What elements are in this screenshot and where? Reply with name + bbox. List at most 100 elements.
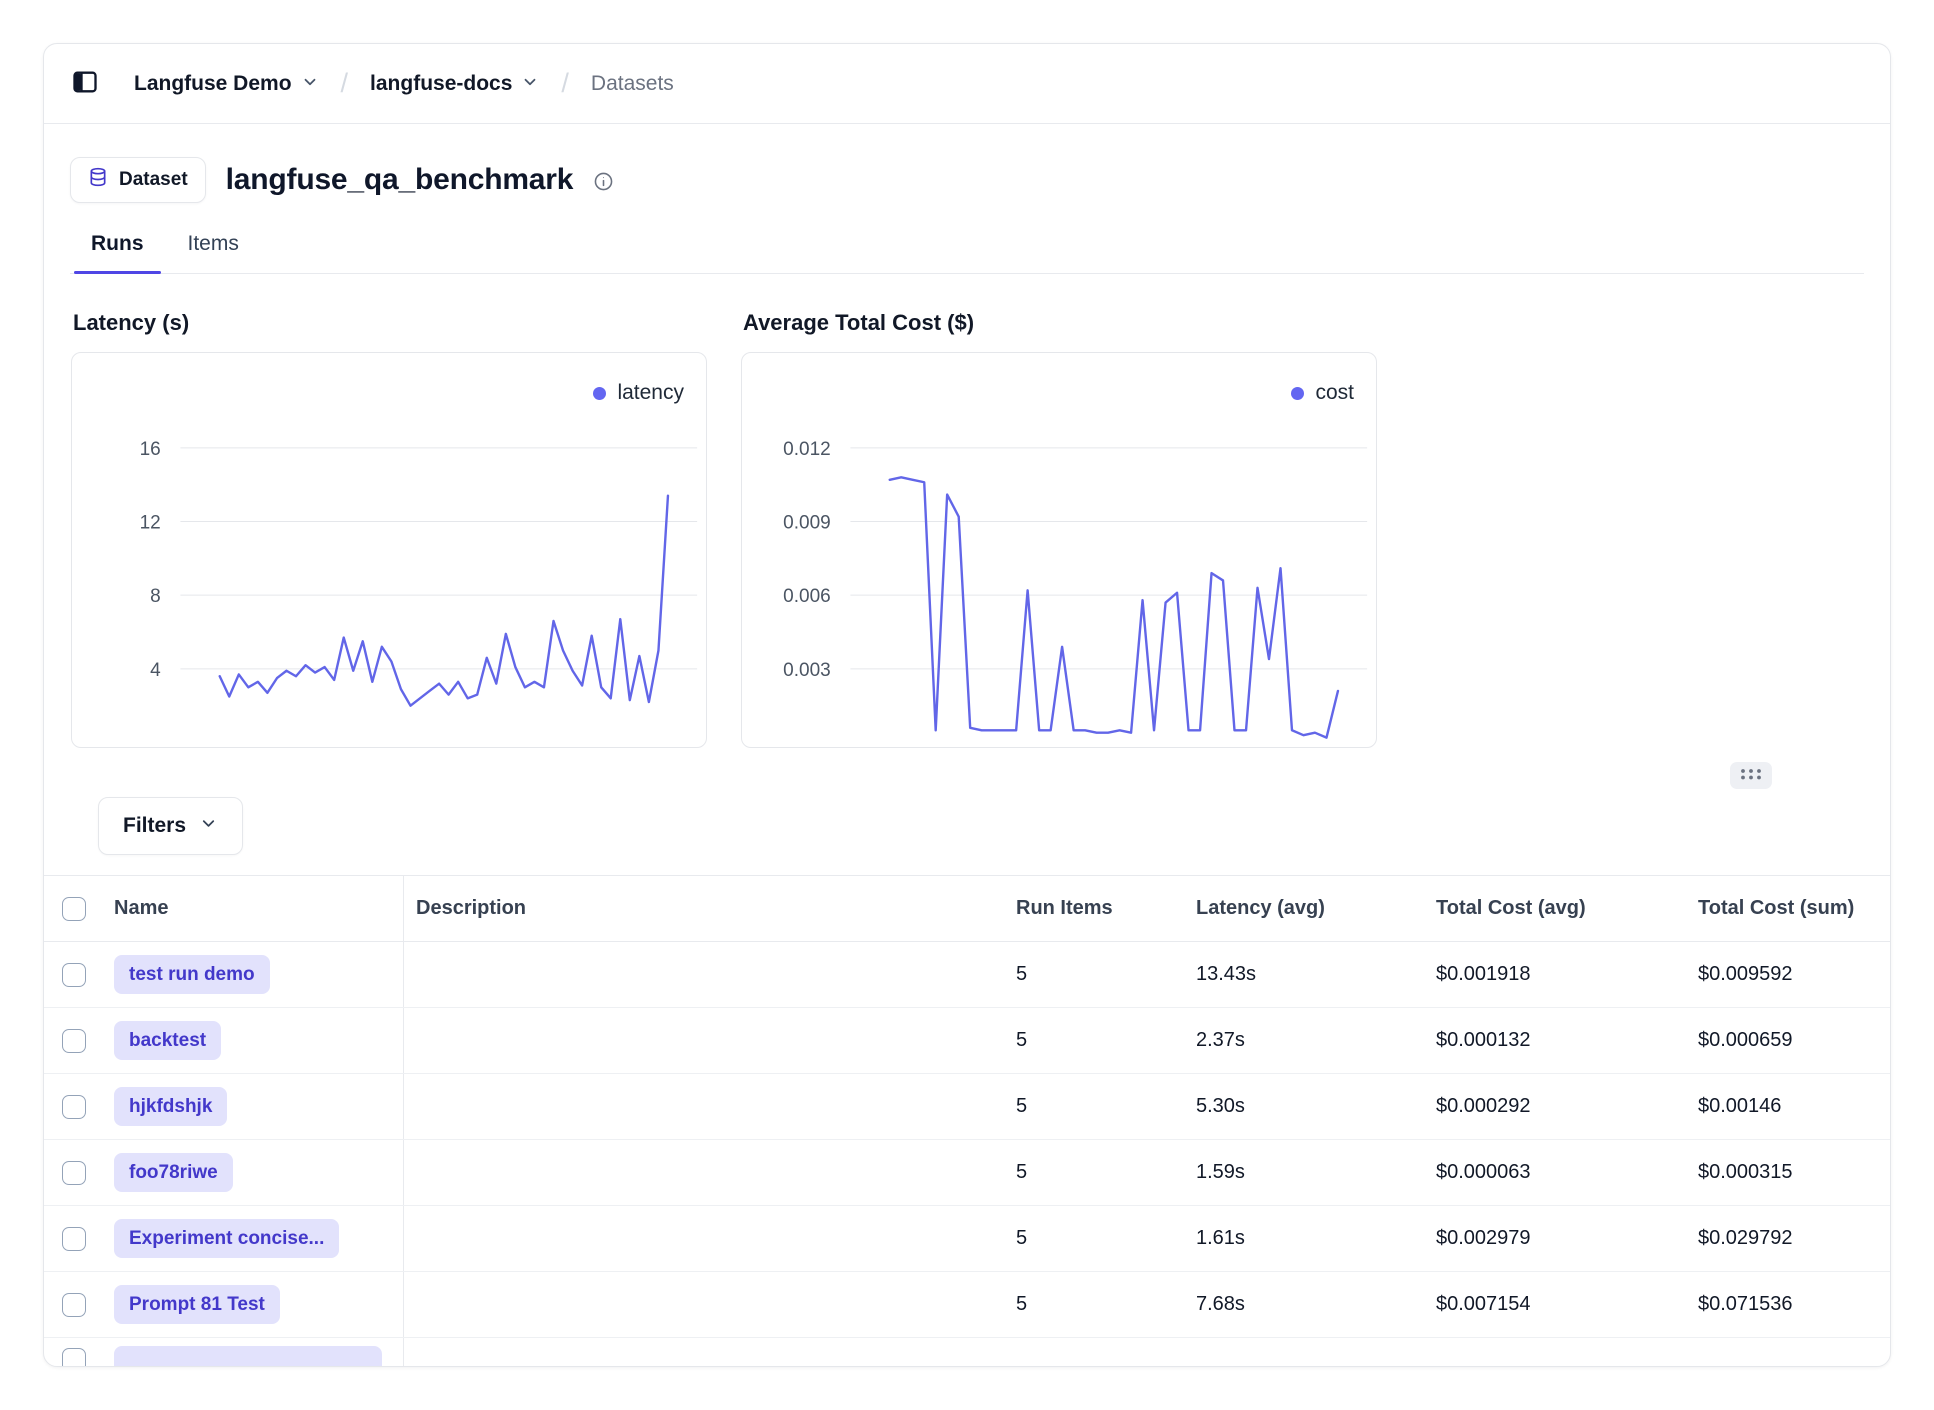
row-checkbox[interactable]	[62, 963, 86, 987]
column-header-run-items[interactable]: Run Items	[1004, 876, 1184, 941]
total-cost-sum-cell: $0.00146	[1686, 1074, 1890, 1139]
svg-text:16: 16	[140, 439, 161, 460]
legend-dot-icon	[1291, 387, 1304, 400]
total-cost-avg-cell: $0.000063	[1424, 1140, 1686, 1205]
breadcrumb: Langfuse Demo / langfuse-docs / Datasets	[134, 68, 674, 99]
column-header-total-cost-avg[interactable]: Total Cost (avg)	[1424, 876, 1686, 941]
table-row[interactable]: Experiment concise... 5 1.61s $0.002979 …	[44, 1206, 1890, 1272]
cost-chart-title: Average Total Cost ($)	[743, 310, 1377, 336]
breadcrumb-project[interactable]: langfuse-docs	[370, 71, 539, 97]
run-name-badge[interactable]: hjkfdshjk	[114, 1087, 227, 1126]
table-body: test run demo 5 13.43s $0.001918 $0.0095…	[44, 942, 1890, 1338]
column-header-description[interactable]: Description	[404, 876, 1004, 941]
run-name-badge[interactable]: backtest	[114, 1021, 221, 1060]
svg-text:8: 8	[150, 586, 161, 607]
row-checkbox[interactable]	[62, 1293, 86, 1317]
info-icon[interactable]	[593, 171, 614, 192]
table-row-partial[interactable]	[44, 1338, 1890, 1367]
total-cost-sum-cell: $0.009592	[1686, 942, 1890, 1007]
row-checkbox[interactable]	[62, 1348, 86, 1367]
row-select-cell	[62, 942, 114, 1007]
chevron-down-icon	[301, 71, 319, 97]
run-name-badge[interactable]: Experiment concise...	[114, 1219, 339, 1258]
table-header: Name Description Run Items Latency (avg)…	[44, 876, 1890, 942]
latency-avg-cell: 5.30s	[1184, 1074, 1424, 1139]
svg-text:0.006: 0.006	[783, 586, 831, 607]
tab-items[interactable]: Items	[171, 232, 256, 273]
table-row[interactable]: foo78riwe 5 1.59s $0.000063 $0.000315	[44, 1140, 1890, 1206]
drag-handle[interactable]	[1730, 762, 1772, 789]
legend-label: cost	[1315, 381, 1354, 405]
total-cost-avg-cell	[1424, 1338, 1686, 1367]
column-header-total-cost-sum[interactable]: Total Cost (sum)	[1686, 876, 1890, 941]
latency-avg-cell: 1.59s	[1184, 1140, 1424, 1205]
filters-button[interactable]: Filters	[98, 797, 243, 855]
breadcrumb-org[interactable]: Langfuse Demo	[134, 71, 319, 97]
total-cost-sum-cell: $0.000315	[1686, 1140, 1890, 1205]
run-name-badge[interactable]: Prompt 81 Test	[114, 1285, 280, 1324]
breadcrumb-datasets-link[interactable]: Datasets	[591, 72, 674, 96]
total-cost-sum-cell: $0.029792	[1686, 1206, 1890, 1271]
legend-label: latency	[617, 381, 684, 405]
latency-line-plot: 481216	[72, 353, 706, 747]
select-all-checkbox[interactable]	[62, 897, 86, 921]
cost-chart-box: 0.003 0.006 0.009 0.012 cost	[741, 352, 1377, 748]
table-row[interactable]: hjkfdshjk 5 5.30s $0.000292 $0.00146	[44, 1074, 1890, 1140]
run-items-cell: 5	[1004, 1008, 1184, 1073]
row-select-cell	[62, 1206, 114, 1271]
runs-table: Name Description Run Items Latency (avg)…	[44, 875, 1890, 1367]
latency-chart: Latency (s) 481216 latency	[71, 310, 707, 748]
row-select-cell	[62, 1074, 114, 1139]
svg-text:0.003: 0.003	[783, 660, 831, 681]
tabs: Runs Items	[70, 232, 1864, 274]
row-checkbox[interactable]	[62, 1029, 86, 1053]
cost-legend: cost	[1291, 381, 1354, 405]
table-row[interactable]: Prompt 81 Test 5 7.68s $0.007154 $0.0715…	[44, 1272, 1890, 1338]
table-row[interactable]: backtest 5 2.37s $0.000132 $0.000659	[44, 1008, 1890, 1074]
run-name-cell: hjkfdshjk	[114, 1074, 404, 1139]
run-name-badge[interactable]	[114, 1346, 382, 1367]
dataset-page-card: Langfuse Demo / langfuse-docs / Datasets	[43, 43, 1891, 1367]
total-cost-sum-cell: $0.000659	[1686, 1008, 1890, 1073]
svg-text:0.012: 0.012	[783, 439, 831, 460]
tab-runs[interactable]: Runs	[74, 232, 161, 273]
row-select-cell	[62, 1008, 114, 1073]
latency-chart-box: 481216 latency	[71, 352, 707, 748]
row-checkbox[interactable]	[62, 1095, 86, 1119]
run-name-cell: foo78riwe	[114, 1140, 404, 1205]
run-description-cell	[404, 1272, 1004, 1337]
run-name-badge[interactable]: test run demo	[114, 955, 270, 994]
run-description-cell	[404, 1074, 1004, 1139]
chevron-down-icon	[521, 71, 539, 97]
run-items-cell: 5	[1004, 1206, 1184, 1271]
total-cost-avg-cell: $0.007154	[1424, 1272, 1686, 1337]
run-items-cell: 5	[1004, 1272, 1184, 1337]
sidebar-toggle-button[interactable]	[70, 68, 100, 99]
project-name: langfuse-docs	[370, 72, 512, 96]
row-checkbox[interactable]	[62, 1227, 86, 1251]
total-cost-sum-cell: $0.071536	[1686, 1272, 1890, 1337]
table-row[interactable]: test run demo 5 13.43s $0.001918 $0.0095…	[44, 942, 1890, 1008]
row-select-cell	[62, 1140, 114, 1205]
topbar: Langfuse Demo / langfuse-docs / Datasets	[44, 44, 1890, 124]
row-select-cell	[62, 1272, 114, 1337]
run-items-cell: 5	[1004, 1074, 1184, 1139]
column-header-latency-avg[interactable]: Latency (avg)	[1184, 876, 1424, 941]
breadcrumb-separator: /	[341, 68, 349, 99]
svg-text:0.009: 0.009	[783, 513, 831, 534]
total-cost-avg-cell: $0.000132	[1424, 1008, 1686, 1073]
select-all-cell	[62, 876, 114, 941]
run-items-cell	[1004, 1338, 1184, 1367]
run-description-cell	[404, 1140, 1004, 1205]
run-description-cell	[404, 1206, 1004, 1271]
run-name-cell: Experiment concise...	[114, 1206, 404, 1271]
run-name-badge[interactable]: foo78riwe	[114, 1153, 233, 1192]
filters-button-label: Filters	[123, 814, 186, 838]
run-items-cell: 5	[1004, 942, 1184, 1007]
column-header-name[interactable]: Name	[114, 876, 404, 941]
dataset-type-badge: Dataset	[70, 157, 206, 203]
row-checkbox[interactable]	[62, 1161, 86, 1185]
panel-left-icon	[70, 68, 100, 99]
run-name-cell	[114, 1338, 404, 1367]
total-cost-avg-cell: $0.000292	[1424, 1074, 1686, 1139]
